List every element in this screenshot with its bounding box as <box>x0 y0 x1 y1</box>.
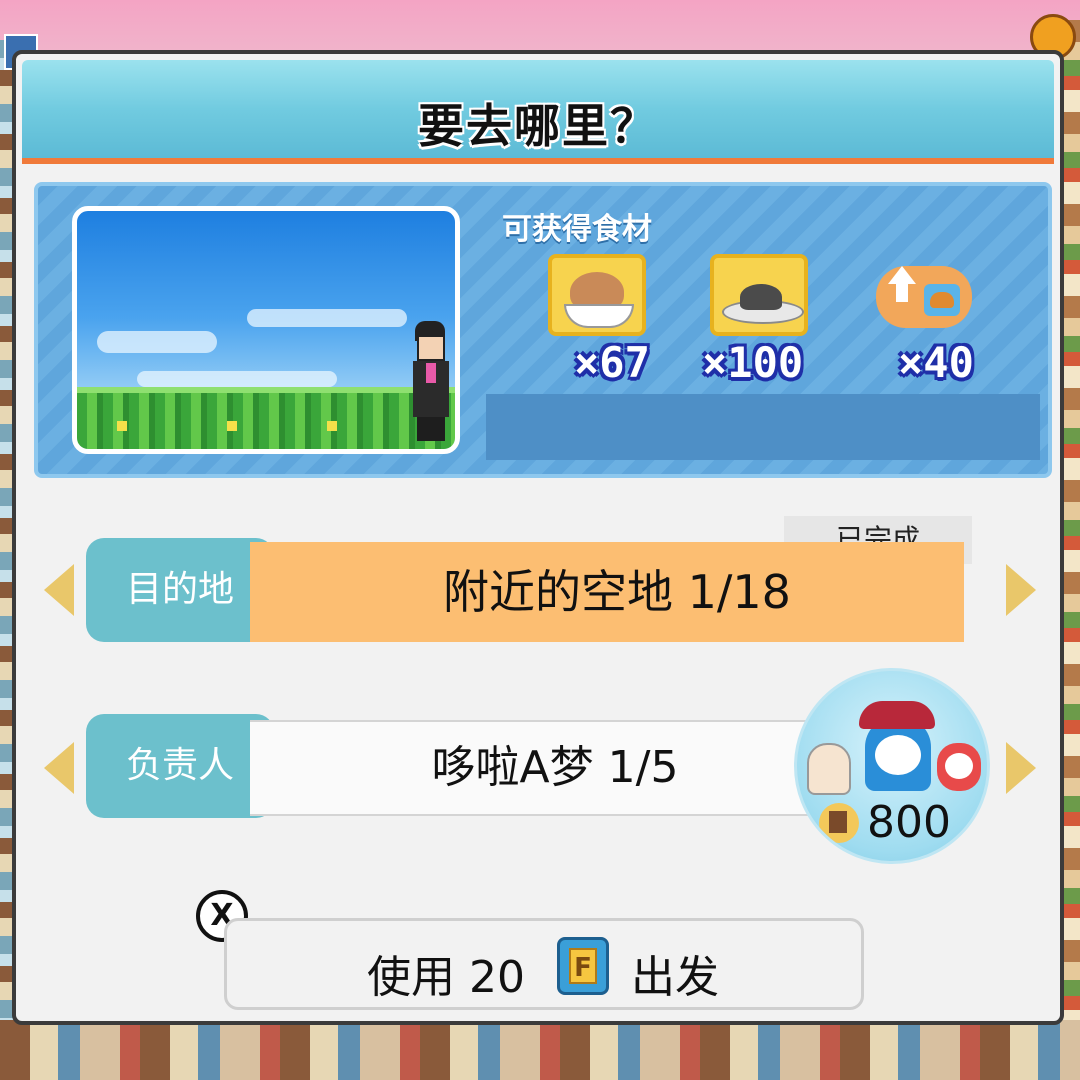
dialog-title: 要去哪里？ <box>418 99 658 153</box>
angel-character-icon <box>807 743 851 795</box>
ingredient-qty-2: ×100 <box>702 338 804 387</box>
depart-button[interactable]: 使用 20 F 出发 <box>224 918 864 1010</box>
destination-value[interactable]: 附近的空地 1/18 <box>250 542 964 642</box>
ingredient-info-panel: 可获得食材 ×67 ×100 ×40 <box>34 182 1052 478</box>
manager-value[interactable]: 哆啦A梦 1/5 <box>250 720 810 816</box>
background-scenery-bottom <box>0 1020 1080 1080</box>
destination-next-arrow[interactable] <box>1006 564 1036 616</box>
manager-prev-arrow[interactable] <box>44 742 74 794</box>
depart-button-suffix: 出发 <box>631 952 719 1003</box>
burger-upgrade-icon[interactable] <box>876 266 972 328</box>
info-strip <box>486 394 1040 460</box>
depart-button-prefix: 使用 20 <box>367 952 525 1003</box>
f-coin-icon: F <box>557 937 609 995</box>
character-sprite <box>411 321 451 441</box>
manager-avatar[interactable]: 800 <box>794 668 990 864</box>
ingredient-qty-3: ×40 <box>898 338 974 387</box>
dark-dish-icon[interactable] <box>710 254 808 336</box>
ingredient-qty-1: ×67 <box>574 338 650 387</box>
title-bar: 要去哪里？ <box>22 60 1054 164</box>
dorami-icon <box>937 743 981 791</box>
manager-next-arrow[interactable] <box>1006 742 1036 794</box>
manager-cost: 800 <box>867 797 951 848</box>
destination-label: 目的地 <box>86 538 274 642</box>
destination-dialog: 要去哪里？ 可获得食材 ×67 ×100 ×40 已完成 目的地 附近的空地 1… <box>12 50 1064 1025</box>
manager-label: 负责人 <box>86 714 274 818</box>
ingredients-label: 可获得食材 <box>502 212 652 247</box>
destination-prev-arrow[interactable] <box>44 564 74 616</box>
rice-bowl-icon[interactable] <box>548 254 646 336</box>
destination-scene-image <box>72 206 460 454</box>
boot-icon <box>819 803 859 843</box>
